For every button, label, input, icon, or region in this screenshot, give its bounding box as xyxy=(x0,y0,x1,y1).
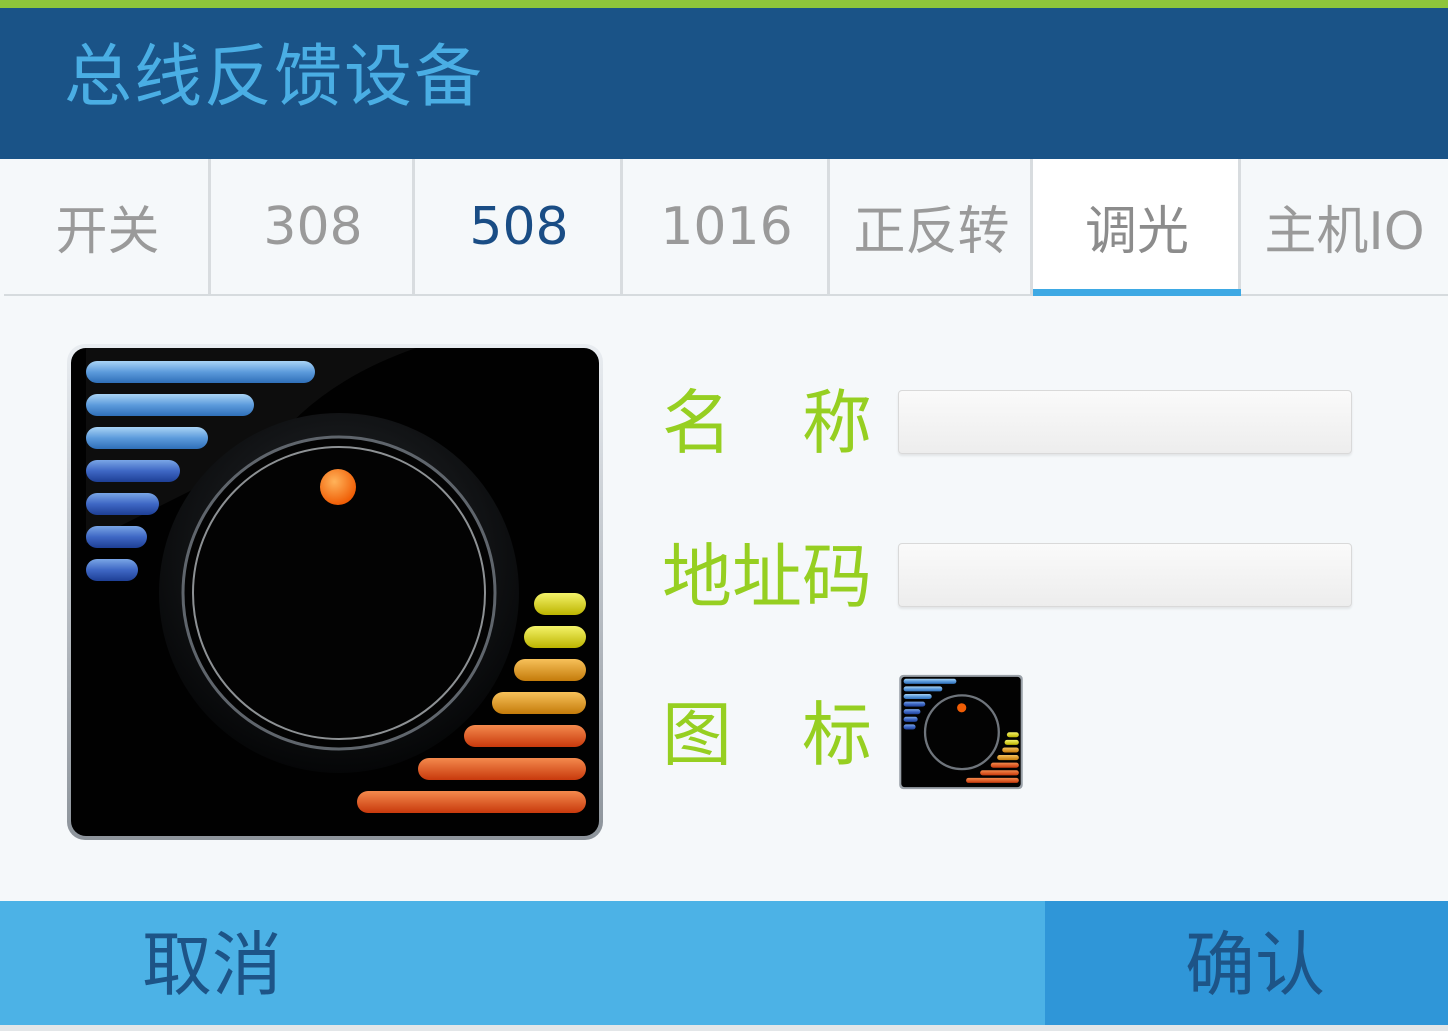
tab-label: 调光 xyxy=(1084,202,1189,262)
level-bar xyxy=(418,758,586,780)
dialog: 总线反馈设备 开关 308 508 1016 正反转 调光 主机IO 名 称 地… xyxy=(0,0,1448,1031)
page-title: 总线反馈设备 xyxy=(64,38,485,117)
level-bar xyxy=(86,493,159,515)
level-bar xyxy=(514,659,586,681)
tab-forward-reverse[interactable]: 正反转 xyxy=(830,159,1033,294)
level-bar xyxy=(86,427,208,449)
tab-1016[interactable]: 1016 xyxy=(623,159,830,294)
dimmer-preview-icon xyxy=(67,344,603,840)
header-bar: 总线反馈设备 xyxy=(0,8,1448,159)
dimmer-knob-icon[interactable] xyxy=(899,674,1023,790)
level-bar xyxy=(86,526,147,548)
level-bar xyxy=(86,559,138,581)
footer-bar: 取消 确认 xyxy=(0,901,1448,1025)
tab-label: 508 xyxy=(469,196,569,257)
right-border xyxy=(1448,0,1453,1031)
tab-label: 主机IO xyxy=(1264,202,1425,262)
tab-dimmer[interactable]: 调光 xyxy=(1033,159,1241,296)
level-bar xyxy=(492,692,586,714)
level-bar xyxy=(86,394,254,416)
tab-switch[interactable]: 开关 xyxy=(4,159,211,294)
form-panel: 名 称 地址码 图 标 xyxy=(4,297,1448,901)
tab-label: 1016 xyxy=(660,196,793,257)
tab-label: 308 xyxy=(263,196,363,257)
level-bar xyxy=(464,725,586,747)
cancel-label: 取消 xyxy=(142,924,282,1006)
tab-508[interactable]: 508 xyxy=(415,159,623,294)
level-bar xyxy=(86,361,315,383)
tab-label: 开关 xyxy=(55,202,160,262)
tab-active-indicator xyxy=(1033,289,1241,296)
knob-indicator xyxy=(320,469,356,505)
level-bar xyxy=(534,593,586,615)
address-field[interactable] xyxy=(898,543,1352,607)
tab-308[interactable]: 308 xyxy=(211,159,415,294)
tab-host-io[interactable]: 主机IO xyxy=(1241,159,1448,294)
level-bar xyxy=(86,460,180,482)
level-bar xyxy=(357,791,586,813)
tab-label: 正反转 xyxy=(853,202,1010,262)
name-field[interactable] xyxy=(898,390,1352,454)
tab-bar: 开关 308 508 1016 正反转 调光 主机IO xyxy=(4,159,1448,296)
address-label: 地址码 xyxy=(662,536,872,618)
top-accent-line xyxy=(0,0,1448,8)
level-bar xyxy=(524,626,586,648)
name-label: 名 称 xyxy=(662,382,872,464)
bottom-border xyxy=(0,1025,1448,1031)
cancel-button[interactable]: 取消 xyxy=(0,901,1045,1025)
confirm-button[interactable]: 确认 xyxy=(1045,901,1448,1025)
confirm-label: 确认 xyxy=(1185,924,1325,1006)
icon-label: 图 标 xyxy=(662,694,872,776)
